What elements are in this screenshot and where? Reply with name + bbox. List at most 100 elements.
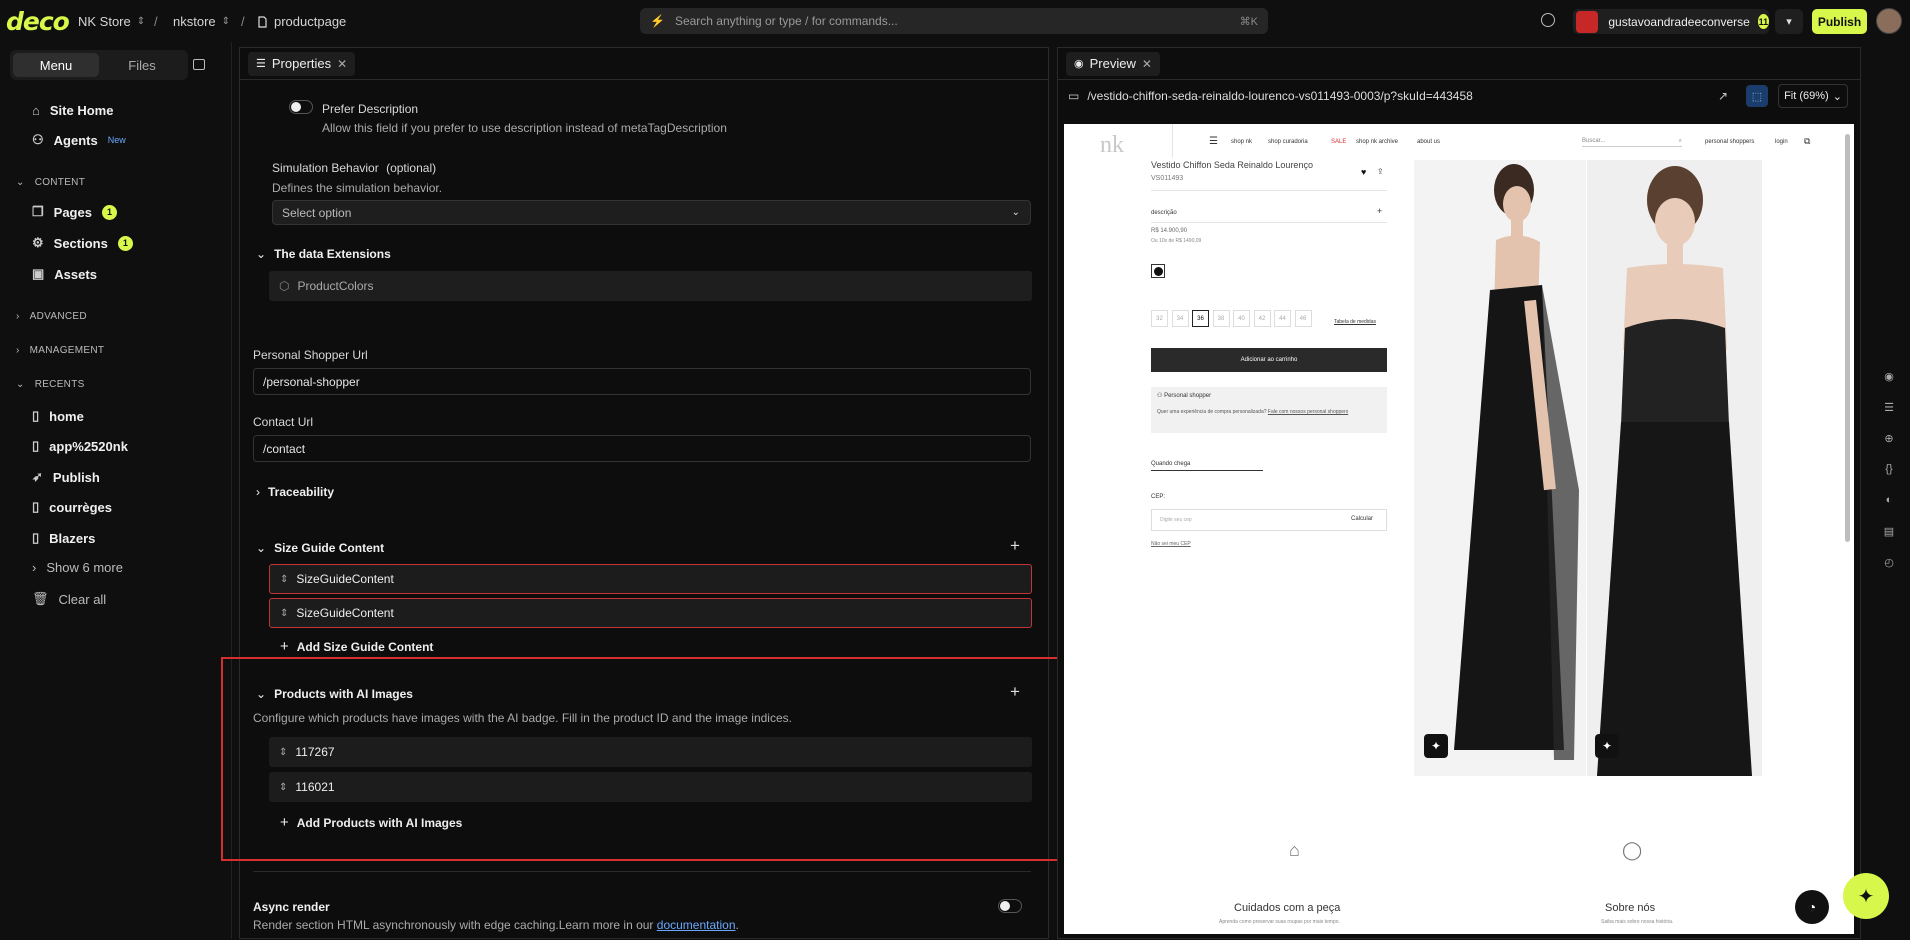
share-icon[interactable]: ⇪ [1377,167,1384,176]
site-nav-item[interactable]: shop nk archive [1356,139,1398,145]
size-guide-item[interactable]: ⇕ SizeGuideContent [269,564,1032,594]
section-content-toggle[interactable]: ⌄ CONTENT [16,177,85,188]
breadcrumb-env[interactable]: nkstore ⇕ [173,14,230,29]
cep-input[interactable]: Digite seu cep Calcular [1151,509,1387,531]
simulation-select[interactable]: Select option ⌄ [272,200,1031,225]
sidebar-item-agents[interactable]: ⚇ Agents New [32,132,126,148]
recent-item[interactable]: ▯ app%2520nk [32,438,128,454]
site-nav-item[interactable]: SALE [1331,139,1346,145]
size-option[interactable]: 34 [1171,310,1189,327]
size-guide-item[interactable]: ⇕ SizeGuideContent [269,598,1032,628]
size-option[interactable]: 32 [1151,310,1168,327]
site-nav-item[interactable]: about us [1417,139,1440,145]
size-option[interactable]: 42 [1253,310,1271,327]
hamburger-icon[interactable]: ☰ [1209,136,1218,147]
description-toggle[interactable]: descrição [1151,210,1177,216]
preview-scrollbar[interactable] [1845,134,1850,542]
plus-icon[interactable]: + [1377,206,1382,216]
monitor-icon[interactable]: ▭ [1068,89,1079,103]
size-option[interactable]: 44 [1274,310,1291,327]
show-more-button[interactable]: › Show 6 more [32,560,123,575]
ai-badge-icon[interactable]: ✦ [1595,734,1619,758]
close-icon[interactable]: ✕ [1142,57,1152,71]
ai-assistant-button[interactable]: ✦ [1843,873,1889,919]
site-login-link[interactable]: login [1775,139,1788,145]
data-extension-item[interactable]: ⬡ ProductColors [269,271,1032,301]
product-image-2[interactable]: ✦ [1587,160,1762,776]
inspect-icon[interactable]: ⬚ [1746,85,1768,107]
heart-icon[interactable]: ♥ [1361,167,1366,177]
site-search-input[interactable]: Buscar... ⌕ [1582,138,1682,147]
tab-preview[interactable]: ◉ Preview ✕ [1066,51,1160,76]
site-personal-shoppers-link[interactable]: personal shoppers [1705,139,1754,145]
recent-item[interactable]: ▯ courrèges [32,499,112,515]
personal-shopper-input[interactable]: /personal-shopper [253,368,1031,395]
section-management-toggle[interactable]: › MANAGEMENT [16,345,104,356]
list-icon[interactable]: ☰ [1881,401,1897,417]
eye-icon[interactable]: ◉ [1881,370,1897,386]
data-extensions-toggle[interactable]: ⌄ The data Extensions [256,247,391,261]
breadcrumb-site[interactable]: NK Store ⇕ [78,14,145,29]
file-icon: ▯ [32,499,40,514]
tab-menu[interactable]: Menu [13,53,99,77]
site-nav-item[interactable]: shop nk [1231,139,1252,145]
unknown-cep-link[interactable]: Não sei meu CEP [1151,541,1191,547]
size-option[interactable]: 46 [1294,310,1312,327]
user-menu[interactable]: gustavoandradeeconverse 11 [1573,9,1769,34]
add-to-cart-button[interactable]: Adicionar ao carrinho [1151,348,1387,372]
contact-url-input[interactable]: /contact [253,435,1031,462]
tab-files[interactable]: Files [99,53,185,77]
prefer-description-toggle[interactable] [289,100,313,114]
sidebar-item-assets[interactable]: ▣ Assets [32,266,97,282]
size-guide-toggle[interactable]: ⌄ Size Guide Content [256,541,384,555]
breadcrumb-page[interactable]: productpage [257,14,346,29]
code-icon[interactable]: {} [1881,463,1897,479]
ps-link[interactable]: Fale com nossos personal shoppers [1268,409,1348,415]
size-option[interactable]: 40 [1233,310,1250,327]
close-icon[interactable]: ✕ [337,57,347,71]
size-table-link[interactable]: Tabela de medidas [1334,319,1376,325]
github-icon[interactable] [1541,13,1555,27]
publish-button[interactable]: Publish [1812,9,1867,34]
cart-icon[interactable]: ⧉ [1804,136,1810,147]
section-advanced-toggle[interactable]: › ADVANCED [16,311,87,322]
size-option[interactable]: 36 [1192,310,1209,327]
command-search[interactable]: ⚡ Search anything or type / for commands… [640,8,1268,34]
site-logo[interactable]: nk [1100,132,1124,159]
recent-item[interactable]: ▯ home [32,408,84,424]
sidebar-item-sections[interactable]: ⚙ Sections 1 [32,235,133,251]
chevron-down-icon[interactable]: ▾ [1775,9,1803,34]
recent-item[interactable]: ▯ Blazers [32,530,95,546]
palette-icon[interactable]: ◐ [1881,494,1897,510]
terminal-icon[interactable]: ▤ [1881,525,1897,541]
section-recents-toggle[interactable]: ⌄ RECENTS [16,379,85,390]
sidebar-item-pages[interactable]: ❐ Pages 1 [32,204,117,220]
async-render-toggle[interactable] [998,899,1022,913]
color-swatch[interactable] [1151,264,1165,278]
traceability-toggle[interactable]: › Traceability [256,485,334,499]
zoom-select[interactable]: Fit (69%) ⌄ [1778,84,1848,108]
search-globe-icon[interactable]: ⊕ [1881,432,1897,448]
add-size-guide-plus-icon[interactable]: + [1010,536,1020,556]
ai-badge-icon[interactable]: ✦ [1424,734,1448,758]
avatar[interactable] [1876,8,1902,34]
add-size-guide-button[interactable]: + Add Size Guide Content [280,638,433,655]
clear-all-button[interactable]: 🗑 Clear all [32,591,106,607]
calculate-button[interactable]: Calcular [1351,516,1373,522]
external-link-icon[interactable]: ↗ [1718,89,1728,103]
size-option[interactable]: 38 [1212,310,1230,327]
documentation-link[interactable]: documentation [657,918,736,932]
sidebar-toggle-icon[interactable] [193,59,205,70]
sidebar-item-site-home[interactable]: ⌂ Site Home [32,103,113,118]
recent-item[interactable]: ➶ Publish [32,469,100,485]
deco-logo[interactable]: deco [6,7,70,36]
preview-url[interactable]: /vestido-chiffon-seda-reinaldo-lourenco-… [1087,89,1472,103]
drag-handle-icon[interactable]: ⇕ [280,608,288,619]
tab-properties[interactable]: ☰ Properties ✕ [248,51,356,76]
chat-icon[interactable]: ◔ [1795,890,1829,924]
gauge-icon[interactable]: ◴ [1881,556,1897,572]
site-nav-item[interactable]: shop curadoria [1268,139,1308,145]
drag-handle-icon[interactable]: ⇕ [280,574,288,585]
delivery-tab[interactable]: Quando chega [1151,461,1263,471]
product-image-1[interactable]: ✦ [1414,160,1586,776]
